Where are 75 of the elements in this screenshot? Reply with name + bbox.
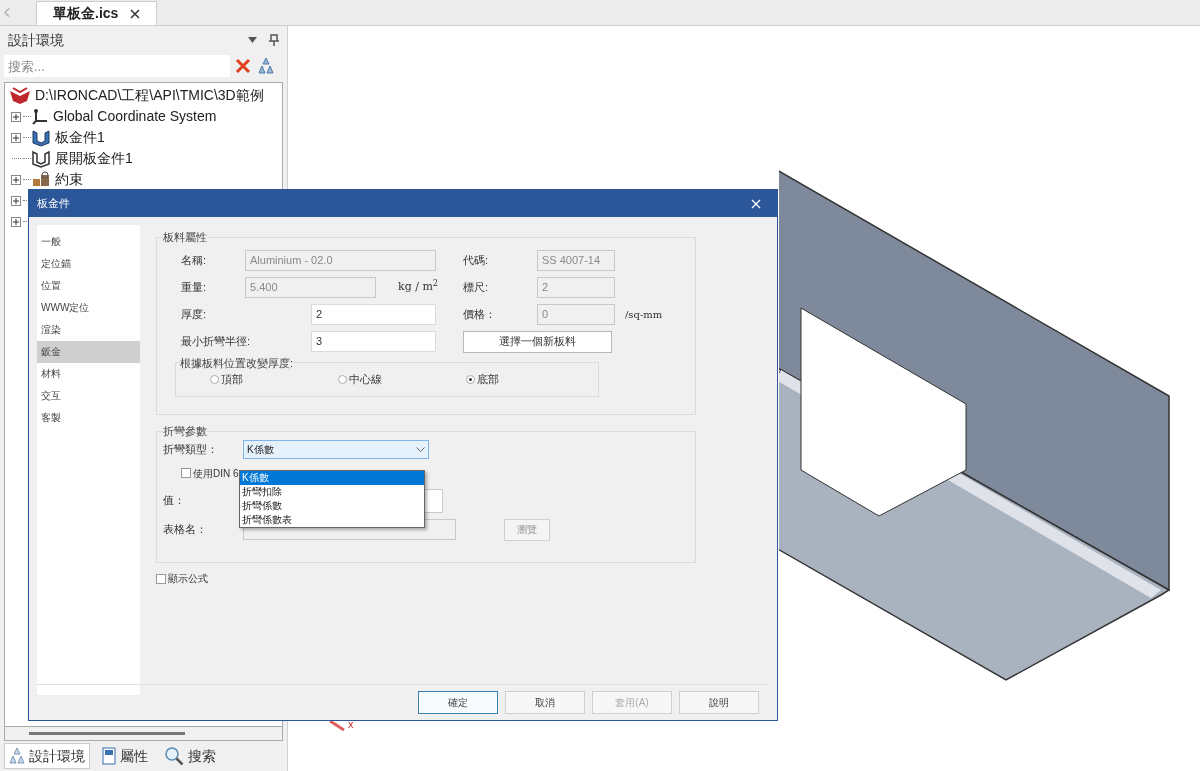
field-label: 重量: — [181, 279, 208, 295]
constraint-icon — [31, 170, 51, 189]
properties-icon — [102, 747, 116, 765]
search-field[interactable]: 搜索... — [4, 55, 230, 77]
group-title: 折彎參數 — [163, 424, 207, 439]
unit-label: kg / m$^{2}$ — [398, 278, 439, 295]
field-label: 表格名： — [163, 522, 208, 538]
field-label: 厚度: — [181, 306, 208, 322]
dropdown-option[interactable]: 折彎扣除 — [240, 484, 424, 499]
expand-icon[interactable] — [11, 195, 21, 206]
scrollbar-thumb[interactable] — [29, 732, 185, 735]
nav-item[interactable]: WWW定位 — [37, 297, 140, 319]
radio-button[interactable]: 中心線 — [338, 371, 466, 388]
group-title: 根據板料位置改變厚度: — [180, 355, 294, 371]
input-field[interactable]: 3 — [311, 331, 436, 352]
expand-icon[interactable] — [11, 132, 21, 143]
tree-structure-icon — [9, 747, 25, 765]
nav-item[interactable]: 位置 — [37, 275, 140, 297]
nav-item[interactable]: 鈑金 — [37, 341, 140, 363]
expand-icon[interactable] — [11, 174, 21, 185]
panel-tab[interactable]: 屬性 — [98, 743, 152, 769]
axis-label: x — [348, 717, 354, 732]
expand-icon[interactable] — [11, 111, 21, 122]
nav-item[interactable]: 渲染 — [37, 319, 140, 341]
tree-item[interactable]: Global Coordinate System — [53, 106, 217, 127]
field-label: 折彎類型： — [163, 441, 219, 457]
dropdown-option[interactable]: 折彎係數表 — [240, 512, 424, 527]
nav-item[interactable]: 交互 — [37, 385, 140, 407]
tree-structure-icon[interactable] — [256, 56, 276, 76]
dropdown-option[interactable]: K係數 — [240, 470, 424, 485]
checkbox-label: 顯示公式 — [168, 572, 208, 586]
dialog-button[interactable]: 取消 — [505, 691, 585, 714]
checkbox[interactable] — [181, 468, 191, 478]
nav-item[interactable]: 一般 — [37, 231, 140, 253]
dropdown-option[interactable]: 折彎係數 — [240, 498, 424, 513]
panel-tab[interactable]: 搜索 — [160, 743, 220, 769]
tree-item[interactable]: D:\IRONCAD\工程\API\TMIC\3D範例 — [35, 85, 264, 106]
tree-item[interactable]: 展開板金件1 — [55, 148, 133, 169]
close-icon[interactable] — [130, 8, 141, 19]
dialog-title: 板金件 — [37, 196, 70, 212]
checkbox-label: 使用DIN 6 — [193, 466, 239, 481]
field-label: 值： — [163, 493, 186, 509]
nav-item[interactable]: 材料 — [37, 363, 140, 385]
checkbox[interactable] — [156, 573, 166, 584]
dialog-button[interactable]: 確定 — [418, 691, 498, 714]
field-label: 標尺: — [463, 279, 490, 295]
sheet-metal-icon — [31, 128, 51, 147]
tree-item[interactable]: 板金件1 — [55, 127, 105, 148]
nav-item[interactable]: 定位錨 — [37, 253, 140, 275]
radio-button[interactable]: 底部 — [466, 371, 594, 388]
pin-icon[interactable] — [269, 34, 279, 46]
clear-icon[interactable] — [234, 57, 252, 75]
document-tab[interactable]: 單板金.ics — [36, 1, 158, 25]
bend-type-dropdown[interactable]: K係數 — [243, 439, 429, 459]
tree-item[interactable]: 約束 — [55, 169, 83, 190]
panel-title: 設計環境 — [8, 30, 64, 50]
search-icon — [164, 746, 184, 766]
nav-item[interactable]: 客製 — [37, 407, 140, 429]
unit-label: /sq-mm — [625, 307, 663, 322]
dialog-button[interactable]: 說明 — [679, 691, 759, 714]
expand-icon[interactable] — [11, 216, 21, 227]
field-label: 名稱: — [181, 252, 208, 268]
assembly-icon — [9, 86, 31, 105]
field-label: 價格： — [463, 306, 497, 322]
axes-icon — [31, 107, 49, 126]
radio-button[interactable]: 頂部 — [210, 371, 338, 388]
panel-tab[interactable]: 設計環境 — [4, 743, 90, 769]
chevron-down-icon — [416, 446, 425, 452]
sheet-outline-icon — [31, 149, 51, 168]
dropdown-icon[interactable] — [248, 37, 257, 43]
field-label: 最小折彎半徑: — [181, 334, 252, 350]
group-title: 板料屬性 — [163, 230, 207, 245]
input-field[interactable]: 2 — [311, 303, 436, 325]
field-label: 代碼: — [463, 252, 490, 268]
choose-material-button[interactable]: 選擇一個新板料 — [463, 330, 612, 353]
